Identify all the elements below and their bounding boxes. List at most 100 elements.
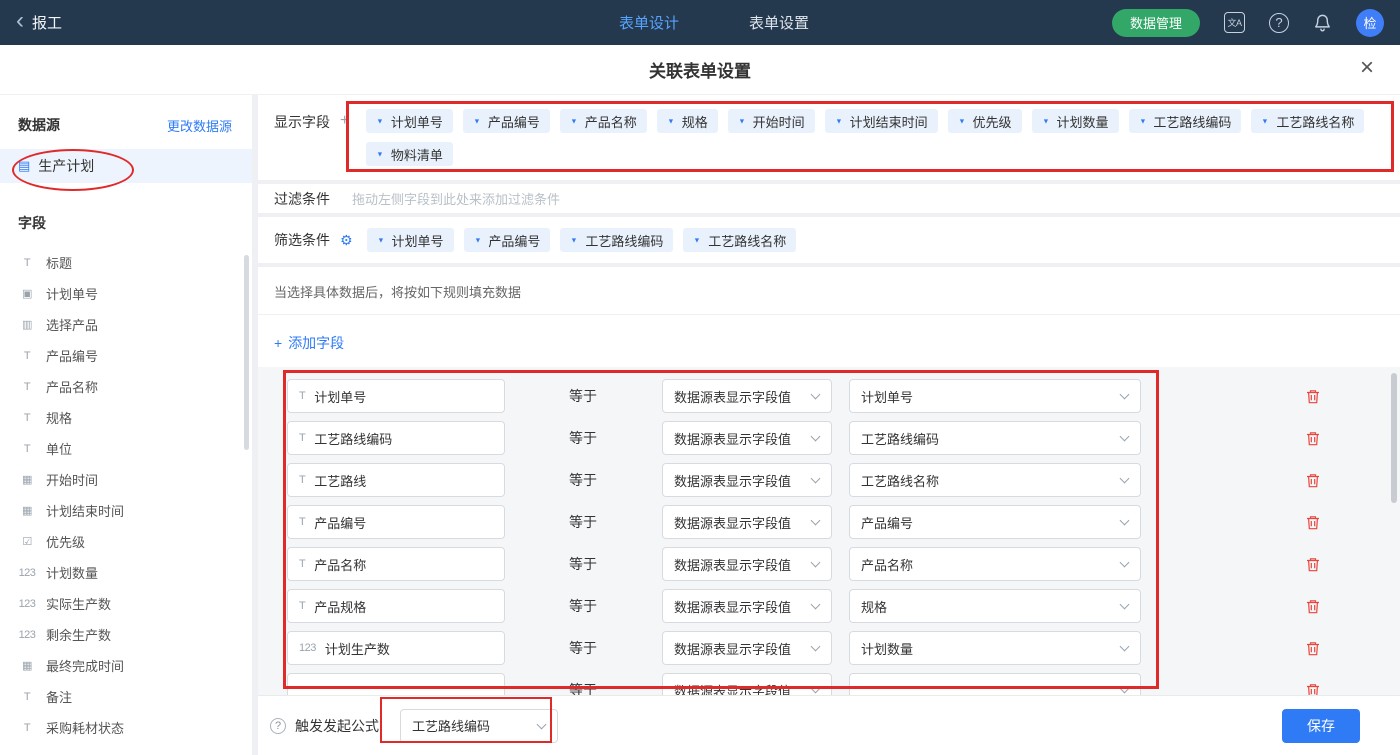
display-chip[interactable]: ▼物料清单	[366, 142, 453, 166]
target-field-input[interactable]: T计划单号	[287, 379, 505, 413]
field-item[interactable]: ☑优先级	[0, 526, 252, 557]
change-datasource-link[interactable]: 更改数据源	[167, 116, 232, 135]
field-item[interactable]: ▦最终完成时间	[0, 650, 252, 681]
display-chip[interactable]: ▼规格	[657, 109, 718, 133]
display-chip[interactable]: ▼计划数量	[1032, 109, 1119, 133]
field-item[interactable]: ▦开始时间	[0, 464, 252, 495]
add-display-field-button[interactable]: +	[340, 112, 349, 170]
field-item[interactable]: ▥选择产品	[0, 309, 252, 340]
target-field-input[interactable]: T产品规格	[287, 589, 505, 623]
data-manage-button[interactable]: 数据管理	[1112, 9, 1200, 37]
trash-icon[interactable]	[1305, 430, 1321, 447]
display-chip[interactable]: ▼产品名称	[560, 109, 647, 133]
trigger-field-select[interactable]: 工艺路线编码	[400, 709, 558, 743]
field-item[interactable]: 123剩余生产数	[0, 619, 252, 650]
source-field-select[interactable]: 产品编号	[849, 505, 1141, 539]
field-item[interactable]: ▣计划单号	[0, 278, 252, 309]
source-type-select[interactable]: 数据源表显示字段值	[662, 505, 832, 539]
fields-section-label: 字段	[0, 213, 252, 233]
chevron-down-icon: ▼	[958, 117, 965, 125]
display-chip[interactable]: ▼计划单号	[366, 109, 453, 133]
text-field-icon: T	[18, 722, 36, 734]
date-field-icon: ▦	[18, 504, 36, 517]
field-item[interactable]: T备注	[0, 681, 252, 712]
target-field-input[interactable]: T工艺路线	[287, 463, 505, 497]
close-icon[interactable]: ×	[1360, 56, 1374, 80]
field-item[interactable]: T标题	[0, 247, 252, 278]
source-field-select[interactable]	[849, 673, 1141, 695]
display-chip[interactable]: ▼计划结束时间	[825, 109, 938, 133]
chevron-down-icon	[1120, 390, 1130, 400]
source-type-select[interactable]: 数据源表显示字段值	[662, 631, 832, 665]
field-item[interactable]: 123计划数量	[0, 557, 252, 588]
target-field-input[interactable]: T产品编号	[287, 505, 505, 539]
trash-icon[interactable]	[1305, 472, 1321, 489]
avatar[interactable]: 检	[1356, 9, 1384, 37]
field-item[interactable]: T产品名称	[0, 371, 252, 402]
source-field-select[interactable]: 工艺路线名称	[849, 463, 1141, 497]
date-field-icon: ▦	[18, 473, 36, 486]
display-fields-label: 显示字段	[274, 112, 330, 170]
chevron-down-icon: ▼	[1262, 117, 1269, 125]
source-type-select[interactable]: 数据源表显示字段值	[662, 547, 832, 581]
target-field-input[interactable]: T工艺路线编码	[287, 421, 505, 455]
back-button[interactable]: ‹ 报工	[16, 12, 62, 33]
field-item[interactable]: T单位	[0, 433, 252, 464]
trash-icon[interactable]	[1305, 598, 1321, 615]
translate-icon[interactable]: 文A	[1224, 12, 1245, 33]
help-icon[interactable]: ?	[270, 718, 286, 734]
field-label: 产品名称	[46, 377, 98, 396]
trash-icon[interactable]	[1305, 514, 1321, 531]
chip-label: 工艺路线名称	[1276, 112, 1354, 131]
target-field-input[interactable]: 123计划生产数	[287, 631, 505, 665]
chevron-down-icon	[811, 558, 821, 568]
text-field-icon: T	[299, 474, 305, 486]
display-chip[interactable]: ▼ 工艺路线名称	[1251, 109, 1364, 133]
source-field-select[interactable]: 规格	[849, 589, 1141, 623]
field-item[interactable]: T产品编号	[0, 340, 252, 371]
gear-icon[interactable]: ⚙	[340, 232, 353, 249]
add-field-button[interactable]: + 添加字段	[258, 315, 388, 367]
field-item[interactable]: 123实际生产数	[0, 588, 252, 619]
rules-scrollbar[interactable]	[1391, 373, 1397, 503]
source-field-select[interactable]: 产品名称	[849, 547, 1141, 581]
target-field-input[interactable]: T产品名称	[287, 547, 505, 581]
source-field-select[interactable]: 计划单号	[849, 379, 1141, 413]
bell-icon[interactable]	[1313, 13, 1332, 32]
screening-chip[interactable]: ▼产品编号	[464, 228, 551, 252]
source-type-select[interactable]: 数据源表显示字段值	[662, 379, 832, 413]
save-button[interactable]: 保存	[1282, 709, 1360, 743]
source-type-select[interactable]: 数据源表显示字段值	[662, 589, 832, 623]
field-item[interactable]: T规格	[0, 402, 252, 433]
screening-chip[interactable]: ▼工艺路线名称	[683, 228, 796, 252]
trash-icon[interactable]	[1305, 640, 1321, 657]
source-field-value: 工艺路线编码	[861, 429, 939, 448]
screening-chip[interactable]: ▼工艺路线编码	[560, 228, 673, 252]
field-item[interactable]: ▦计划结束时间	[0, 495, 252, 526]
source-field-select[interactable]: 计划数量	[849, 631, 1141, 665]
source-type-select[interactable]: 数据源表显示字段值	[662, 463, 832, 497]
chip-label: 开始时间	[753, 112, 805, 131]
chevron-down-icon	[1120, 684, 1130, 694]
source-type-select[interactable]: 数据源表显示字段值	[662, 673, 832, 695]
display-chip[interactable]: ▼开始时间	[728, 109, 815, 133]
equals-label: 等于	[569, 680, 624, 695]
title-field-icon: T	[18, 257, 36, 269]
display-chip[interactable]: ▼优先级	[948, 109, 1022, 133]
source-field-value: 工艺路线名称	[861, 471, 939, 490]
trash-icon[interactable]	[1305, 556, 1321, 573]
datasource-item-production-plan[interactable]: ▤ 生产计划	[0, 149, 252, 183]
tab-form-design[interactable]: 表单设计	[617, 8, 681, 37]
field-item[interactable]: T采购耗材状态	[0, 712, 252, 743]
sidebar-scrollbar[interactable]	[244, 255, 249, 450]
source-field-select[interactable]: 工艺路线编码	[849, 421, 1141, 455]
tab-form-settings[interactable]: 表单设置	[747, 8, 811, 37]
trash-icon[interactable]	[1305, 682, 1321, 696]
help-icon[interactable]: ?	[1269, 13, 1289, 33]
display-chip[interactable]: ▼产品编号	[463, 109, 550, 133]
display-chip[interactable]: ▼工艺路线编码	[1129, 109, 1242, 133]
screening-chip[interactable]: ▼计划单号	[367, 228, 454, 252]
target-field-input[interactable]	[287, 673, 505, 695]
trash-icon[interactable]	[1305, 388, 1321, 405]
source-type-select[interactable]: 数据源表显示字段值	[662, 421, 832, 455]
